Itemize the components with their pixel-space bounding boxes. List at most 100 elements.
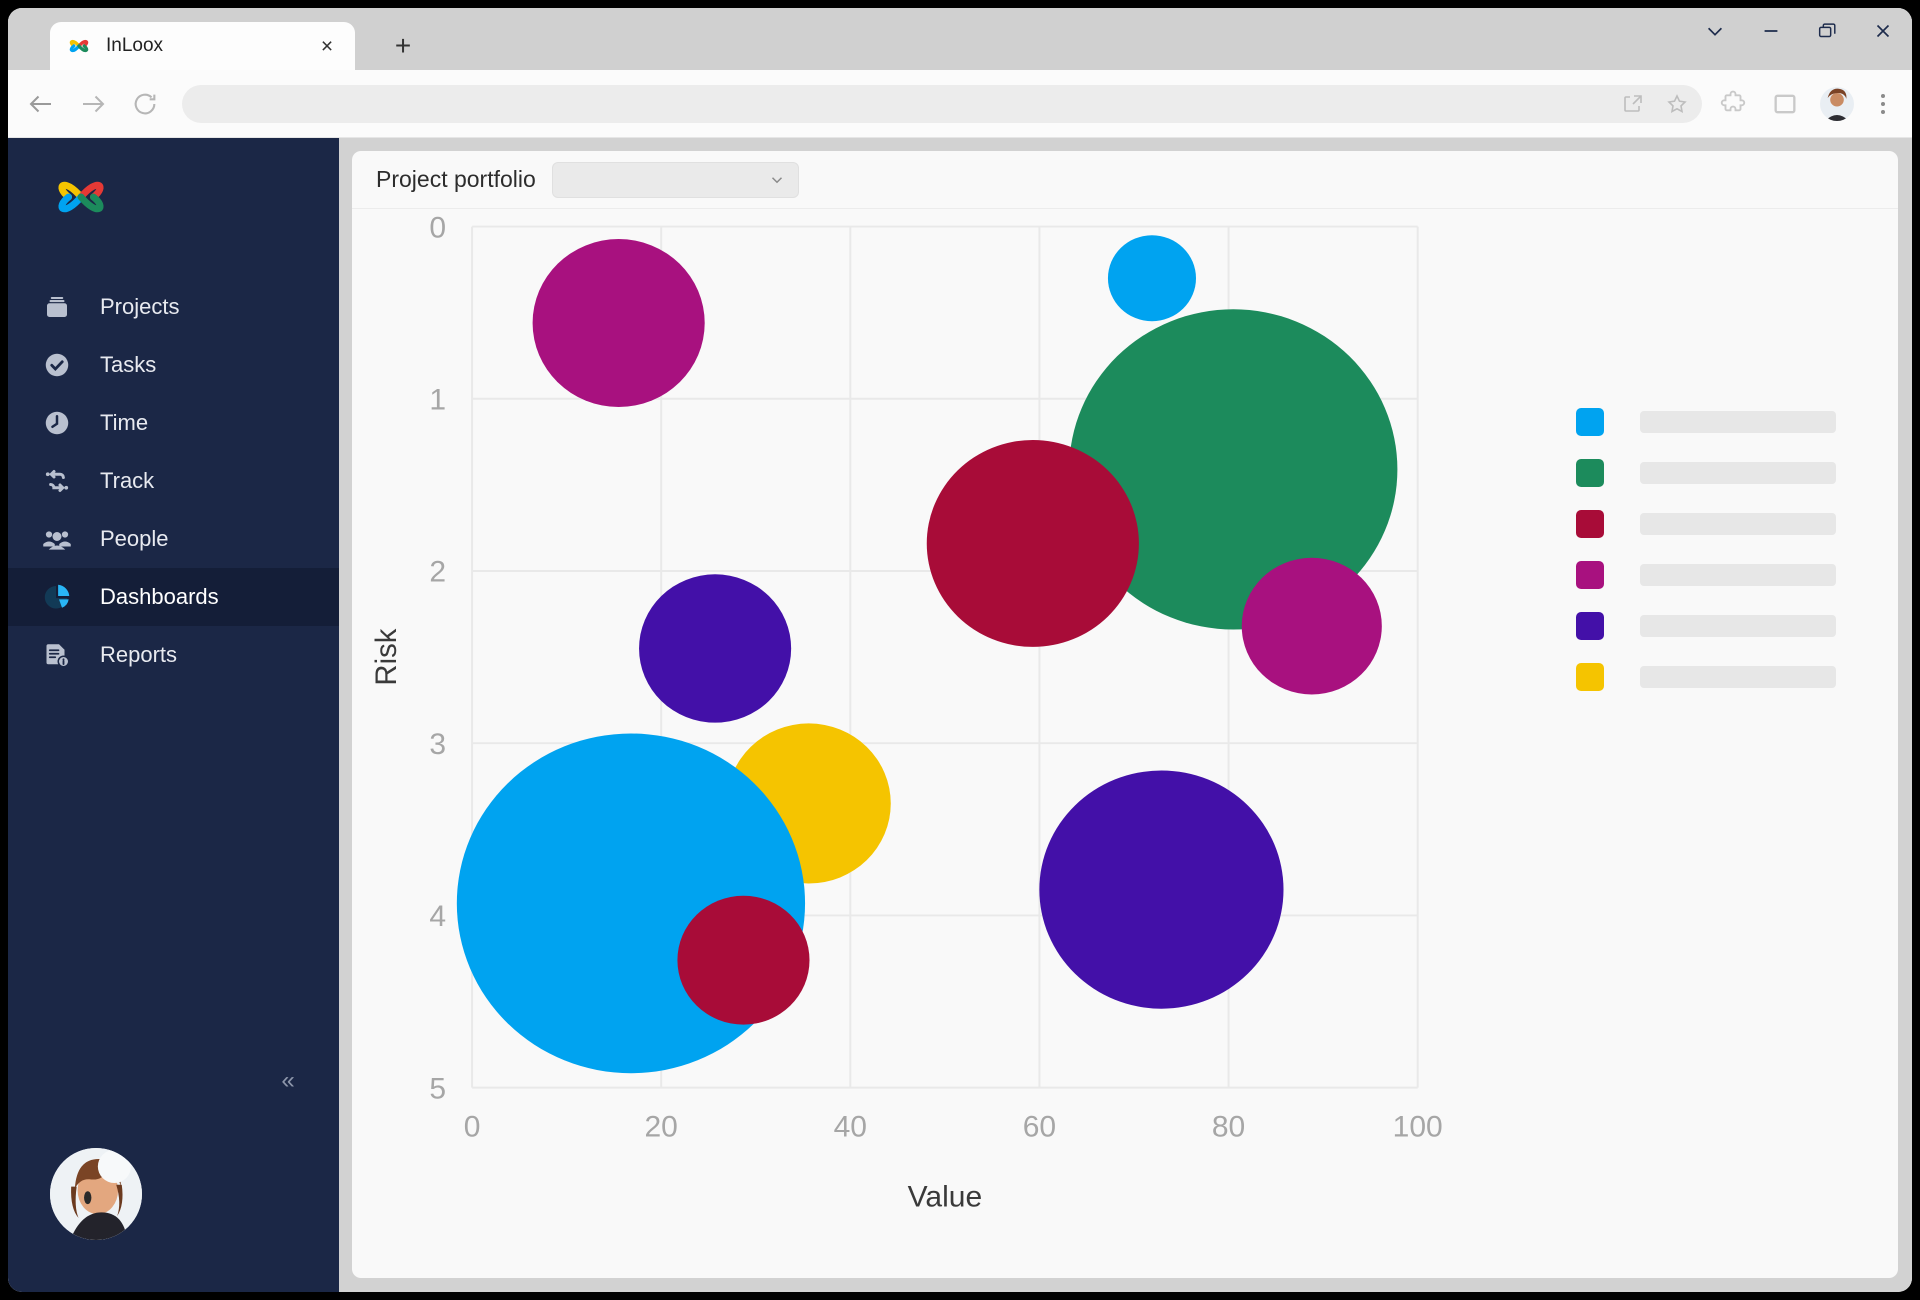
x-tick-label: 80 <box>1212 1111 1245 1144</box>
y-tick-label: 1 <box>429 384 446 417</box>
sidebar-item-label: Time <box>100 410 149 435</box>
legend-swatch <box>1576 510 1604 538</box>
back-arrow-icon[interactable] <box>22 85 60 123</box>
y-axis-label: Risk <box>370 628 403 685</box>
kebab-menu-icon[interactable] <box>1868 93 1898 114</box>
people-icon <box>40 522 74 556</box>
inloox-logo-icon <box>66 33 92 59</box>
legend-item[interactable] <box>1576 560 1836 590</box>
report-info-icon <box>40 638 74 672</box>
legend-swatch <box>1576 561 1604 589</box>
page-title: Project portfolio <box>376 166 536 192</box>
check-circle-icon <box>40 348 74 382</box>
y-tick-label: 4 <box>429 900 446 933</box>
app-sidebar: Projects Tasks Time Track People Dashboa… <box>8 138 339 1292</box>
legend-label-placeholder <box>1640 411 1836 433</box>
sidebar-item-label: Tasks <box>100 352 157 377</box>
y-axis-ticks: 0 1 2 3 4 5 <box>429 212 446 1106</box>
sidebar-item-track[interactable]: Track <box>8 452 339 510</box>
sidebar-item-projects[interactable]: Projects <box>8 278 339 336</box>
legend-swatch <box>1576 663 1604 691</box>
share-icon[interactable] <box>1620 91 1646 117</box>
panel-header: Project portfolio <box>352 151 1898 209</box>
bookmark-star-icon[interactable] <box>1664 91 1690 117</box>
sidebar-nav: Projects Tasks Time Track People Dashboa… <box>8 278 339 684</box>
browser-toolbar <box>8 70 1912 138</box>
tab-strip: InLoox × + <box>8 8 1912 70</box>
bubble[interactable] <box>1241 557 1382 695</box>
bubble[interactable] <box>926 439 1139 647</box>
tab-close-icon[interactable]: × <box>315 34 339 58</box>
legend-item[interactable] <box>1576 662 1836 692</box>
sidebar-item-people[interactable]: People <box>8 510 339 568</box>
legend-label-placeholder <box>1640 615 1836 637</box>
new-tab-button[interactable]: + <box>388 32 418 62</box>
address-bar[interactable] <box>182 84 1702 123</box>
sidebar-collapse-button[interactable]: « <box>273 1066 303 1096</box>
profile-avatar[interactable] <box>1820 86 1854 121</box>
sidebar-item-dashboards[interactable]: Dashboards <box>8 568 339 626</box>
dashboard-panel: Project portfolio 0 20 40 60 80 100 0 1 2 3 4 5 <box>352 151 1898 1278</box>
user-avatar[interactable] <box>50 1148 142 1240</box>
y-tick-label: 5 <box>429 1073 446 1106</box>
x-tick-label: 40 <box>834 1111 867 1144</box>
chart-legend <box>1576 407 1836 713</box>
inloox-logo[interactable] <box>50 166 112 228</box>
x-axis-label: Value <box>908 1181 983 1214</box>
bubble[interactable] <box>1107 235 1197 322</box>
x-tick-label: 100 <box>1393 1111 1443 1144</box>
legend-item[interactable] <box>1576 509 1836 539</box>
x-tick-label: 60 <box>1023 1111 1056 1144</box>
legend-item[interactable] <box>1576 458 1836 488</box>
sidebar-item-time[interactable]: Time <box>8 394 339 452</box>
sidebar-item-label: Reports <box>100 642 178 667</box>
close-window-icon[interactable] <box>1868 16 1898 46</box>
forward-arrow-icon[interactable] <box>74 85 112 123</box>
legend-item[interactable] <box>1576 407 1836 437</box>
legend-label-placeholder <box>1640 513 1836 535</box>
browser-window: InLoox × + Projects Tasks Time Track Peo… <box>8 8 1912 1292</box>
x-tick-label: 0 <box>464 1111 481 1144</box>
main-content: Project portfolio 0 20 40 60 80 100 0 1 2 3 4 5 <box>339 138 1912 1292</box>
bubble[interactable] <box>532 239 705 407</box>
window-controls <box>1700 16 1898 46</box>
bubble[interactable] <box>1039 770 1284 1009</box>
clock-icon <box>40 406 74 440</box>
legend-label-placeholder <box>1640 462 1836 484</box>
y-tick-label: 2 <box>429 556 446 589</box>
sidebar-item-reports[interactable]: Reports <box>8 626 339 684</box>
reload-icon[interactable] <box>126 85 164 123</box>
legend-swatch <box>1576 459 1604 487</box>
bubble-chart: 0 20 40 60 80 100 0 1 2 3 4 5 Value Risk <box>352 209 1898 1278</box>
chart-points <box>456 235 1398 1074</box>
pie-chart-icon <box>40 580 74 614</box>
sidebar-item-label: Dashboards <box>100 584 219 609</box>
sidebar-item-label: People <box>100 526 169 551</box>
x-tick-label: 20 <box>645 1111 678 1144</box>
bubble[interactable] <box>677 895 810 1025</box>
legend-label-placeholder <box>1640 564 1836 586</box>
sidebar-item-tasks[interactable]: Tasks <box>8 336 339 394</box>
restore-window-icon[interactable] <box>1812 16 1842 46</box>
legend-item[interactable] <box>1576 611 1836 641</box>
project-portfolio-select[interactable] <box>551 161 799 198</box>
legend-label-placeholder <box>1640 666 1836 688</box>
minimize-icon[interactable] <box>1756 16 1786 46</box>
chevron-down-icon <box>768 171 786 189</box>
browser-sidebar-icon[interactable] <box>1768 87 1802 121</box>
x-axis-ticks: 0 20 40 60 80 100 <box>464 1111 1443 1144</box>
track-arrows-icon <box>40 464 74 498</box>
y-tick-label: 3 <box>429 728 446 761</box>
legend-swatch <box>1576 408 1604 436</box>
briefcase-icon <box>40 290 74 324</box>
bubble[interactable] <box>639 574 792 723</box>
chevron-down-icon[interactable] <box>1700 16 1730 46</box>
browser-tab[interactable]: InLoox × <box>50 22 355 70</box>
sidebar-item-label: Projects <box>100 294 180 319</box>
y-tick-label: 0 <box>429 212 446 245</box>
bubble-chart-svg: 0 20 40 60 80 100 0 1 2 3 4 5 Value Risk <box>370 212 1443 1214</box>
extensions-puzzle-icon[interactable] <box>1716 87 1750 121</box>
tab-title: InLoox <box>106 35 164 56</box>
legend-swatch <box>1576 612 1604 640</box>
sidebar-item-label: Track <box>100 468 155 493</box>
